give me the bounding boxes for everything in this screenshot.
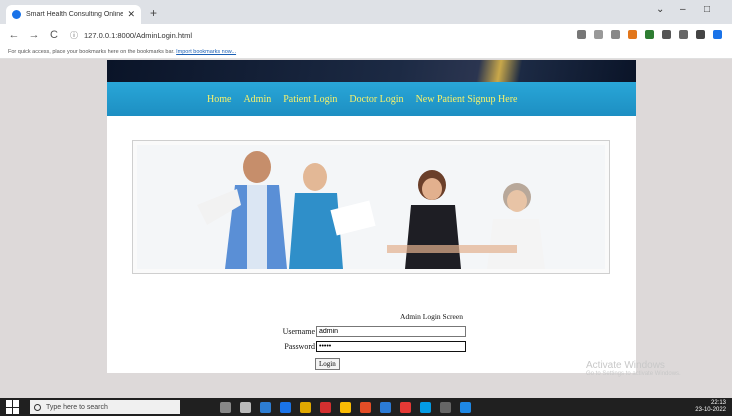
header-banner <box>107 60 636 82</box>
edge-icon[interactable] <box>280 401 291 413</box>
login-button[interactable]: Login <box>315 358 340 370</box>
admin-login-form: Admin Login Screen Username Password Log… <box>107 312 636 370</box>
browser-tab[interactable]: Smart Health Consulting Online ✕ <box>6 5 141 24</box>
app-icon[interactable] <box>360 401 371 413</box>
pdf-icon[interactable] <box>400 401 411 413</box>
password-input[interactable] <box>316 341 466 352</box>
hero-image-frame <box>132 140 610 274</box>
store-icon[interactable] <box>320 401 331 413</box>
site-info-icon[interactable]: ⓘ <box>70 30 78 41</box>
share-icon[interactable] <box>594 30 603 39</box>
forward-button[interactable]: → <box>28 29 40 41</box>
nav-new-patient-signup[interactable]: New Patient Signup Here <box>416 94 518 105</box>
reload-button[interactable]: C <box>48 29 60 41</box>
app-icon-3[interactable] <box>420 401 431 413</box>
search-icon <box>34 403 41 411</box>
reading-list-icon[interactable] <box>679 30 688 39</box>
page-container: Home Admin Patient Login Doctor Login Ne… <box>107 60 636 373</box>
browser-tabstrip: Smart Health Consulting Online ✕ + ⌄ – □ <box>0 0 732 24</box>
app-icon-2[interactable] <box>380 401 391 413</box>
address-url: 127.0.0.1:8000/AdminLogin.html <box>84 30 192 40</box>
shield-icon[interactable] <box>645 30 654 39</box>
password-row: Password <box>273 341 466 352</box>
login-title: Admin Login Screen <box>400 312 463 321</box>
username-input[interactable] <box>316 326 466 337</box>
metamask-icon[interactable] <box>628 30 637 39</box>
doctors-with-patients-illustration <box>137 145 605 269</box>
minimize-button[interactable]: – <box>680 4 686 15</box>
sidepanel-icon[interactable] <box>696 30 705 39</box>
back-button[interactable]: ← <box>8 29 20 41</box>
main-nav: Home Admin Patient Login Doctor Login Ne… <box>107 82 636 116</box>
browser-toolbar: ← → C ⓘ 127.0.0.1:8000/AdminLogin.html <box>0 24 732 46</box>
tab-title: Smart Health Consulting Online <box>26 11 124 18</box>
weather-icon[interactable] <box>260 401 271 413</box>
nav-admin[interactable]: Admin <box>243 94 271 105</box>
taskbar-search[interactable]: Type here to search <box>30 400 180 414</box>
taskbar-search-placeholder: Type here to search <box>46 403 108 411</box>
nav-patient-login[interactable]: Patient Login <box>283 94 337 105</box>
mic-icon[interactable] <box>220 401 231 413</box>
star-icon[interactable] <box>611 30 620 39</box>
clock-date: 23-10-2022 <box>695 407 726 413</box>
chrome-icon[interactable] <box>340 401 351 413</box>
password-label: Password <box>284 342 315 351</box>
bookmarks-bar: For quick access, place your bookmarks h… <box>0 46 732 59</box>
username-label: Username <box>282 327 315 336</box>
terminal-icon[interactable] <box>440 401 451 413</box>
watermark-title: Activate Windows <box>586 360 665 371</box>
extension-icons <box>577 30 722 39</box>
system-tray[interactable]: 22:13 23-10-2022 <box>695 400 726 414</box>
import-bookmarks-link[interactable]: Import bookmarks now... <box>176 49 236 55</box>
clock-time: 22:13 <box>710 400 726 406</box>
activate-windows-watermark: Activate Windows Go to Settings to activ… <box>586 360 681 377</box>
username-row: Username <box>273 326 466 337</box>
task-view-icon[interactable] <box>240 401 251 413</box>
watermark-subtitle: Go to Settings to activate Windows. <box>586 371 681 377</box>
tab-search-icon[interactable]: ⌄ <box>656 4 664 15</box>
puzzle-icon[interactable] <box>662 30 671 39</box>
taskbar-apps <box>220 401 471 413</box>
file-explorer-icon[interactable] <box>300 401 311 413</box>
word-icon[interactable] <box>460 401 471 413</box>
key-icon[interactable] <box>577 30 586 39</box>
windows-start-icon[interactable] <box>6 400 20 414</box>
bookmarks-hint: For quick access, place your bookmarks h… <box>8 49 175 55</box>
nav-doctor-login[interactable]: Doctor Login <box>349 94 403 105</box>
profile-icon[interactable] <box>713 30 722 39</box>
site-favicon-icon <box>12 10 21 19</box>
new-tab-button[interactable]: + <box>150 6 157 20</box>
hero-photo <box>137 145 605 269</box>
windows-taskbar: Type here to search 22:13 23-10-2022 <box>0 398 732 416</box>
maximize-button[interactable]: □ <box>704 4 710 15</box>
address-bar[interactable]: ⓘ 127.0.0.1:8000/AdminLogin.html <box>70 30 192 41</box>
nav-home[interactable]: Home <box>207 94 231 105</box>
tab-close-icon[interactable]: ✕ <box>127 9 135 20</box>
